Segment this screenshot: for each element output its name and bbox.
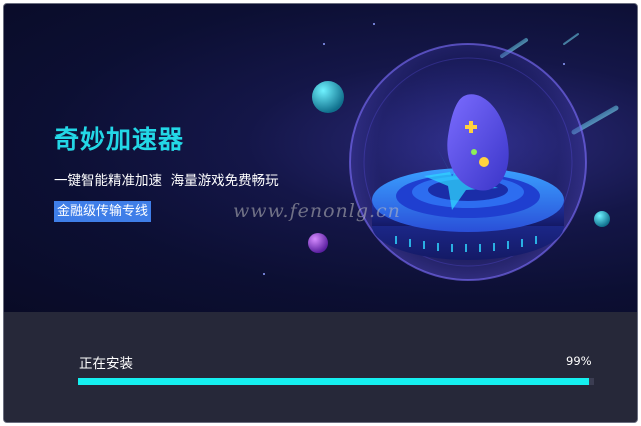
install-status-label: 正在安装 [79, 356, 133, 372]
app-tagline: 一键智能精准加速 海量游戏免费畅玩 [54, 173, 279, 189]
installer-window: 奇妙加速器 一键智能精准加速 海量游戏免费畅玩 金融级传输专线 www.feno… [3, 3, 638, 423]
app-title: 奇妙加速器 [54, 125, 185, 154]
feature-badge: 金融级传输专线 [54, 201, 152, 222]
hero-banner: 奇妙加速器 一键智能精准加速 海量游戏免费畅玩 金融级传输专线 www.feno… [4, 4, 637, 312]
progress-fill [78, 378, 589, 385]
progress-bar [78, 378, 594, 385]
watermark-text: www.fenonlg.cn [233, 200, 401, 222]
install-panel: 正在安装 99% [4, 312, 637, 422]
hero-illustration [263, 23, 619, 281]
install-percent: 99% [566, 354, 592, 368]
